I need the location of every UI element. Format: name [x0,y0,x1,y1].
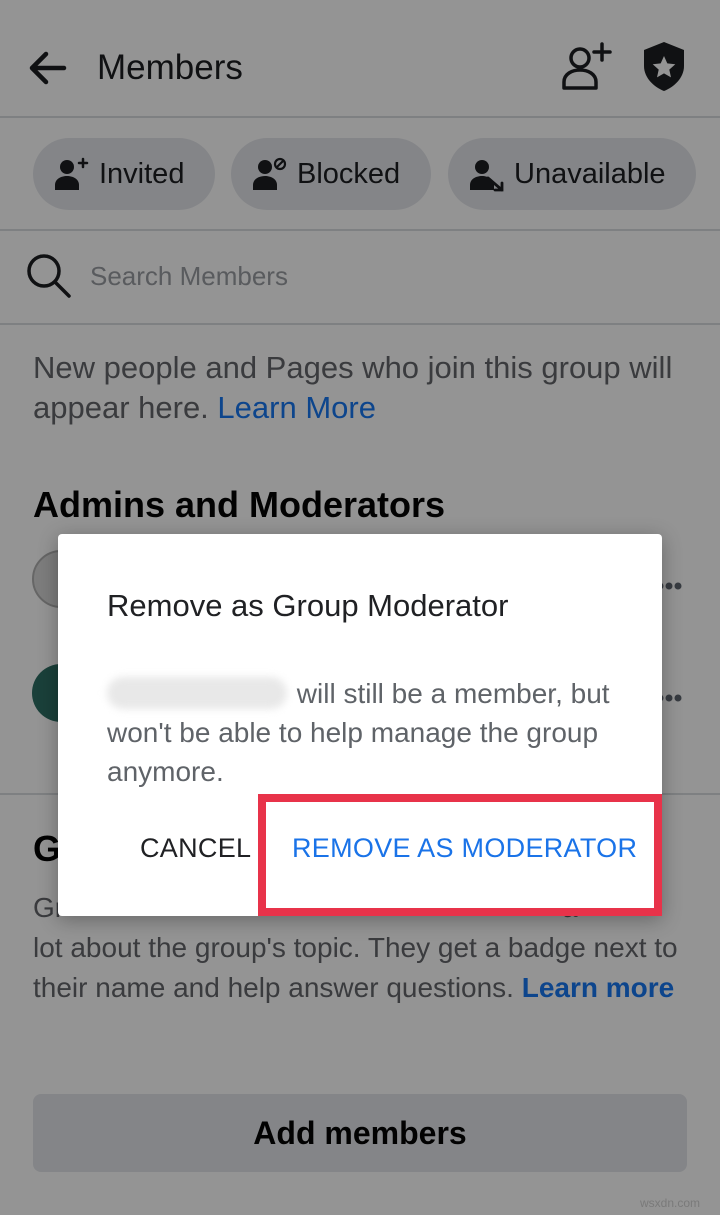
cancel-button[interactable]: CANCEL [120,820,271,876]
remove-moderator-dialog: Remove as Group Moderator will still be … [58,534,662,916]
members-page: Members Invited Blocked Unavailable Sear… [0,0,720,1215]
remove-as-moderator-button[interactable]: REMOVE AS MODERATOR [272,820,657,876]
dialog-title: Remove as Group Moderator [107,588,509,623]
watermark: wsxdn.com [640,1196,701,1210]
blurred-member-name [107,677,287,709]
dialog-message: will still be a member, but won't be abl… [107,674,627,791]
